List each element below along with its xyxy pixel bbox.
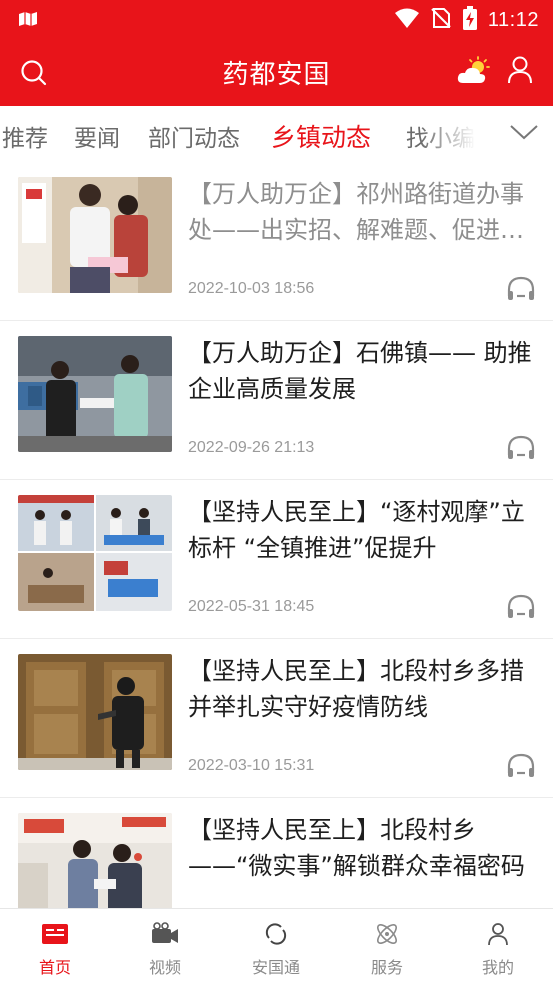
circle-refresh-icon: [262, 921, 290, 947]
headphones-icon[interactable]: [505, 433, 537, 465]
article-title: 【万人助万企】石佛镇—— 助推企业高质量发展: [188, 339, 532, 403]
list-item[interactable]: 【坚持人民至上】北段村乡——“微实事”解锁群众幸福密码: [0, 798, 553, 908]
tabs-fade: [420, 106, 490, 162]
nav-services[interactable]: 服务: [332, 909, 442, 983]
nav-home[interactable]: 首页: [0, 909, 110, 983]
headphones-icon[interactable]: [505, 274, 537, 306]
nav-label: 首页: [38, 958, 71, 977]
article-title: 【坚持人民至上】北段村乡多措并举扎实守好疫情防线: [188, 657, 524, 721]
orbit-icon: [373, 921, 401, 947]
list-item[interactable]: 【万人助万企】祁州路街道办事处——出实招、解难题、促进企业发展 2022-10-…: [0, 162, 553, 321]
nav-label: 服务: [370, 958, 403, 977]
news-thumbnail: [18, 336, 172, 452]
article-title: 【坚持人民至上】北段村乡——“微实事”解锁群众幸福密码: [188, 816, 525, 880]
bottom-nav: 首页 视频 安国通 服务 我的: [0, 908, 553, 983]
nav-anguotong[interactable]: 安国通: [221, 909, 331, 983]
category-tabs: 推荐 要闻 部门动态 乡镇动态 找小编: [0, 106, 553, 162]
home-newspaper-icon: [41, 921, 69, 947]
status-time: 11:12: [487, 8, 539, 31]
news-thumbnail: [18, 495, 172, 611]
weather-icon[interactable]: [457, 56, 491, 90]
battery-charging-icon: [462, 6, 478, 34]
article-date: 2022-03-10 15:31: [188, 757, 315, 774]
tab-news[interactable]: 要闻: [74, 119, 120, 153]
app-notification-icon: [18, 11, 38, 31]
tab-township[interactable]: 乡镇动态: [271, 118, 371, 154]
no-signal-icon: [430, 7, 452, 33]
tab-department[interactable]: 部门动态: [148, 119, 240, 153]
list-item[interactable]: 【万人助万企】石佛镇—— 助推企业高质量发展 2022-09-26 21:13: [0, 321, 553, 480]
status-bar: 11:12: [0, 0, 553, 40]
article-title: 【万人助万企】祁州路街道办事处——出实招、解难题、促进企业发展: [188, 180, 524, 244]
nav-mine[interactable]: 我的: [443, 909, 553, 983]
list-item[interactable]: 【坚持人民至上】北段村乡多措并举扎实守好疫情防线 2022-03-10 15:3…: [0, 639, 553, 798]
article-date: 2022-10-03 18:56: [188, 280, 315, 297]
tab-recommend[interactable]: 推荐: [2, 119, 48, 153]
person-icon: [484, 921, 512, 947]
wifi-icon: [394, 7, 420, 33]
news-thumbnail: [18, 177, 172, 293]
video-camera-icon: [151, 921, 179, 947]
article-title: 【坚持人民至上】“逐村观摩”立标杆 “全镇推进”促提升: [188, 498, 525, 562]
nav-label: 视频: [148, 958, 181, 977]
list-item[interactable]: 【坚持人民至上】“逐村观摩”立标杆 “全镇推进”促提升 2022-05-31 1…: [0, 480, 553, 639]
nav-video[interactable]: 视频: [110, 909, 220, 983]
article-date: 2022-05-31 18:45: [188, 598, 315, 615]
news-thumbnail: [18, 654, 172, 770]
headphones-icon[interactable]: [505, 751, 537, 783]
nav-label: 安国通: [251, 958, 300, 977]
user-icon[interactable]: [507, 56, 533, 88]
app-header: 药都安国: [0, 40, 553, 106]
chevron-down-icon[interactable]: [509, 122, 539, 146]
headphones-icon[interactable]: [505, 592, 537, 624]
news-feed: 【万人助万企】祁州路街道办事处——出实招、解难题、促进企业发展 2022-10-…: [0, 162, 553, 908]
nav-label: 我的: [481, 958, 514, 977]
news-thumbnail: [18, 813, 172, 908]
article-date: 2022-09-26 21:13: [188, 439, 315, 456]
